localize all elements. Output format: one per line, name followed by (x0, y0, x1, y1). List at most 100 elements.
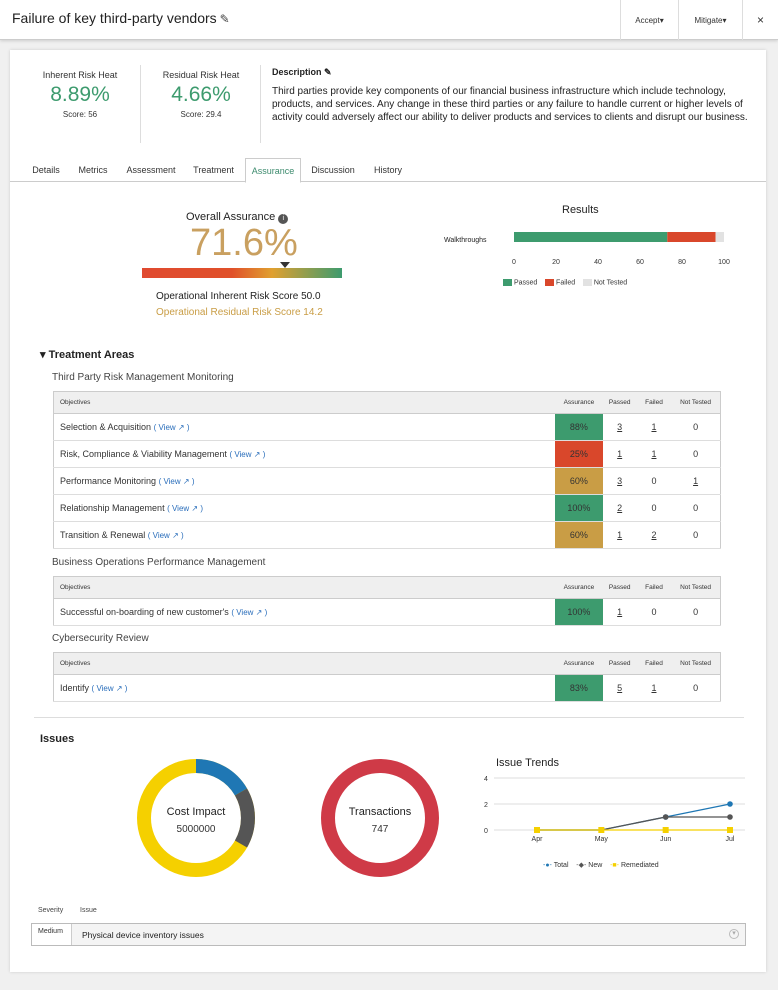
legend-failed: Failed (556, 279, 576, 287)
issue-row[interactable]: Medium Physical device inventory issues … (31, 923, 746, 946)
objective-cell: Relationship Management ( View ↗ ) (53, 494, 556, 522)
view-link[interactable]: ( View ↗ ) (231, 608, 267, 617)
table-row: Risk, Compliance & Viability Management … (53, 440, 721, 468)
passed-cell[interactable]: 3 (602, 413, 637, 441)
objective-cell: Selection & Acquisition ( View ↗ ) (53, 413, 556, 441)
legend-not-tested-swatch (582, 279, 592, 286)
passed-cell[interactable]: 1 (602, 440, 637, 468)
not-tested-cell[interactable]: 1 (671, 467, 721, 495)
expand-icon[interactable]: ▾ (729, 929, 739, 939)
legend-failed-swatch (545, 279, 555, 286)
view-link[interactable]: ( View ↗ ) (148, 531, 184, 540)
table-row: Identify ( View ↗ ) 83% 5 1 0 (53, 674, 721, 702)
tab-discussion[interactable]: Discussion (308, 158, 358, 182)
table-row: Transition & Renewal ( View ↗ ) 60% 1 2 0 (53, 521, 721, 549)
objective-cell: Transition & Renewal ( View ↗ ) (53, 521, 556, 549)
external-link-icon: ↗ (253, 450, 261, 459)
tick-label: 100 (718, 259, 730, 266)
edit-icon[interactable]: ✎ (324, 67, 332, 77)
tab-assessment[interactable]: Assessment (122, 158, 180, 182)
close-button[interactable]: × (742, 0, 778, 40)
objective-cell: Performance Monitoring ( View ↗ ) (53, 467, 556, 495)
external-link-icon: ↗ (115, 684, 123, 693)
view-label: View (152, 531, 170, 540)
tab-details[interactable]: Details (26, 158, 66, 182)
legend-total: Total (553, 862, 569, 869)
donut-segment-blue (195, 759, 248, 796)
passed-cell[interactable]: 1 (602, 521, 637, 549)
legend-new-marker: -◆- (576, 862, 587, 869)
failed-cell[interactable]: 1 (636, 440, 672, 468)
objective-name: Identify (60, 683, 90, 693)
results-title: Results (562, 204, 599, 216)
external-link-icon: ↗ (172, 531, 179, 540)
assurance-gradient-bar (142, 268, 342, 278)
failed-cell[interactable]: 1 (636, 674, 672, 702)
tab-treatment[interactable]: Treatment (186, 158, 241, 182)
tab-bar: Details Metrics Assessment Treatment Ass… (10, 158, 766, 183)
page-title: Failure of key third-party vendors ✎ (12, 10, 230, 26)
table-row: Successful on-boarding of new customer's… (53, 598, 721, 626)
external-link-icon: ↗ (182, 477, 190, 486)
table-row: Selection & Acquisition ( View ↗ ) 88% 3 1 0 (53, 413, 721, 441)
tick-label: 60 (636, 259, 644, 266)
y-tick-label: 2 (484, 802, 488, 809)
passed-cell[interactable]: 2 (602, 494, 637, 522)
legend-new: New (588, 862, 603, 869)
col-not-tested: Not Tested (671, 576, 721, 599)
divider (140, 65, 141, 143)
col-assurance: Assurance (555, 652, 603, 675)
treatment-areas-toggle[interactable]: ▾ Treatment Areas (40, 348, 134, 361)
view-label: View (171, 504, 190, 513)
failed-cell[interactable]: 1 (636, 413, 672, 441)
tab-history[interactable]: History (366, 158, 410, 182)
assurance-marker (280, 262, 291, 268)
table-row: Performance Monitoring ( View ↗ ) 60% 3 0 1 (53, 467, 721, 495)
accept-button[interactable]: Accept▾ (620, 0, 678, 40)
tick-label: 40 (594, 259, 602, 266)
title-text: Failure of key third-party vendors (12, 10, 217, 26)
legend-remediated: Remediated (620, 862, 659, 869)
assurance-cell: 60% (555, 521, 603, 549)
assurance-cell: 88% (555, 413, 603, 441)
objective-name: Performance Monitoring (60, 476, 157, 486)
donut-segment-gray (234, 788, 255, 848)
failed-cell[interactable]: 2 (636, 521, 672, 549)
col-objectives: Objectives (53, 391, 556, 414)
objective-name: Relationship Management (60, 503, 165, 513)
residual-label: Residual Risk Heat (162, 70, 240, 80)
inherent-score-text: Operational Inherent Risk Score 50.0 (156, 291, 321, 302)
view-link[interactable]: ( View ↗ ) (154, 423, 190, 432)
issue-trends-chart: 4 2 0 Apr May Jun Jul (484, 776, 745, 843)
objective-name: Transition & Renewal (60, 530, 146, 540)
passed-cell[interactable]: 1 (602, 598, 637, 626)
not-tested-cell: 0 (671, 674, 721, 702)
tick-label: 0 (512, 259, 516, 266)
divider (260, 65, 261, 143)
passed-cell[interactable]: 5 (602, 674, 637, 702)
not-tested-cell: 0 (671, 494, 721, 522)
residual-value: 4.66% (171, 83, 231, 106)
view-link[interactable]: ( View ↗ ) (167, 504, 203, 513)
edit-icon[interactable]: ✎ (220, 12, 230, 26)
mitigate-button[interactable]: Mitigate▾ (678, 0, 742, 40)
view-link[interactable]: ( View ↗ ) (92, 684, 128, 693)
view-link[interactable]: ( View ↗ ) (229, 450, 265, 459)
tab-assurance[interactable]: Assurance (245, 158, 301, 183)
x-tick-label: Apr (532, 836, 544, 843)
cost-impact-label: Cost Impact (166, 806, 226, 818)
donut-segment-red (321, 759, 439, 877)
tick-label: 80 (678, 259, 686, 266)
inherent-score: Score: 56 (62, 110, 98, 119)
bar-failed (667, 232, 716, 242)
objective-cell: Identify ( View ↗ ) (53, 674, 556, 702)
passed-cell[interactable]: 3 (602, 467, 637, 495)
tab-metrics[interactable]: Metrics (72, 158, 114, 182)
section-divider (34, 717, 744, 718)
view-link[interactable]: ( View ↗ ) (159, 477, 195, 486)
view-label: View (234, 450, 252, 459)
col-passed: Passed (602, 576, 637, 599)
caret-down-icon: ▾ (40, 349, 46, 361)
series-line-new (537, 816, 730, 831)
external-link-icon: ↗ (255, 608, 263, 617)
